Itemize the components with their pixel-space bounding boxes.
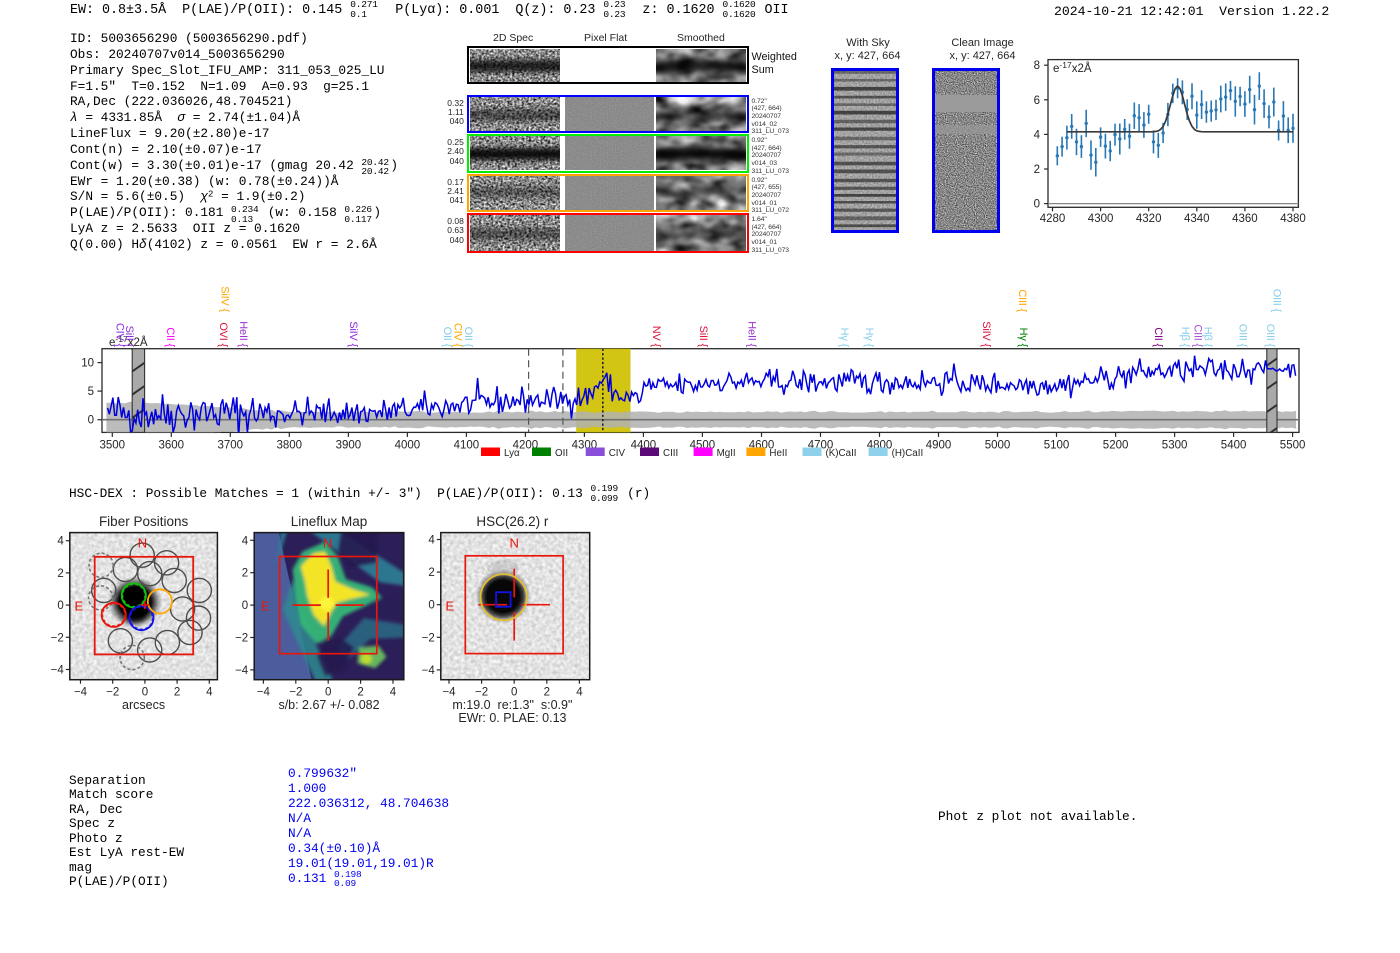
- svg-text:−4: −4: [442, 687, 456, 699]
- svg-text:arcsecs: arcsecs: [122, 698, 165, 712]
- svg-text:5200: 5200: [1103, 440, 1129, 452]
- svg-text:4340: 4340: [1184, 213, 1210, 225]
- svg-text:3500: 3500: [100, 440, 126, 452]
- svg-text:4100: 4100: [454, 440, 480, 452]
- svg-text:N: N: [323, 536, 332, 551]
- svg-text:5500: 5500: [1280, 440, 1306, 452]
- svg-text:4: 4: [428, 535, 435, 547]
- svg-text:−4: −4: [51, 665, 65, 677]
- svg-text:4360: 4360: [1232, 213, 1258, 225]
- svg-text:4: 4: [57, 536, 64, 548]
- svg-text:OII: OII: [555, 448, 568, 459]
- svg-text:−2: −2: [51, 632, 64, 644]
- svg-text:−4: −4: [257, 687, 271, 699]
- svg-text:CIV: CIV: [609, 448, 626, 459]
- svg-text:−2: −2: [475, 687, 488, 699]
- svg-text:Lyα: Lyα: [504, 448, 520, 459]
- svg-text:0: 0: [511, 687, 517, 699]
- svg-text:2: 2: [174, 687, 180, 699]
- svg-text:E: E: [446, 599, 455, 614]
- svg-text:Lineflux Map: Lineflux Map: [291, 514, 368, 529]
- svg-text:(K)CaII: (K)CaII: [826, 448, 857, 459]
- svg-text:4300: 4300: [1088, 213, 1114, 225]
- svg-text:0: 0: [1034, 199, 1040, 211]
- svg-text:2: 2: [544, 687, 550, 699]
- svg-text:e-17x2Å: e-17x2Å: [1053, 60, 1092, 75]
- svg-text:E: E: [261, 599, 270, 614]
- svg-text:4900: 4900: [926, 440, 952, 452]
- svg-text:0: 0: [88, 415, 94, 427]
- svg-text:−4: −4: [235, 665, 249, 677]
- svg-text:−2: −2: [235, 633, 248, 645]
- svg-text:5000: 5000: [985, 440, 1011, 452]
- svg-text:Fiber Positions: Fiber Positions: [99, 514, 189, 529]
- svg-text:0: 0: [142, 687, 148, 699]
- svg-text:4: 4: [242, 535, 249, 547]
- svg-text:3600: 3600: [159, 440, 185, 452]
- svg-text:4: 4: [576, 687, 583, 699]
- svg-text:0: 0: [242, 600, 248, 612]
- svg-text:5300: 5300: [1162, 440, 1188, 452]
- svg-text:N: N: [138, 536, 147, 551]
- svg-text:4: 4: [206, 687, 213, 699]
- svg-text:3800: 3800: [277, 440, 303, 452]
- svg-text:3900: 3900: [336, 440, 362, 452]
- svg-text:0: 0: [428, 600, 434, 612]
- svg-text:3700: 3700: [218, 440, 244, 452]
- svg-text:2: 2: [1034, 164, 1040, 176]
- svg-text:5100: 5100: [1044, 440, 1070, 452]
- svg-text:5400: 5400: [1221, 440, 1247, 452]
- svg-text:−2: −2: [289, 687, 302, 699]
- svg-text:−2: −2: [422, 632, 435, 644]
- svg-text:N: N: [510, 536, 519, 551]
- svg-text:HSC(26.2) r: HSC(26.2) r: [476, 514, 549, 529]
- svg-text:4320: 4320: [1136, 213, 1162, 225]
- svg-text:0: 0: [57, 600, 63, 612]
- svg-text:s/b: 2.67 +/- 0.082: s/b: 2.67 +/- 0.082: [278, 698, 379, 712]
- svg-text:−4: −4: [74, 687, 88, 699]
- svg-text:4: 4: [390, 687, 397, 699]
- svg-text:HeII: HeII: [769, 448, 787, 459]
- svg-text:2: 2: [242, 568, 248, 580]
- svg-text:4: 4: [1034, 129, 1041, 141]
- svg-text:2: 2: [57, 568, 63, 580]
- svg-text:6: 6: [1034, 95, 1040, 107]
- svg-text:0: 0: [325, 687, 331, 699]
- svg-text:CIII: CIII: [663, 448, 678, 459]
- svg-text:8: 8: [1034, 60, 1040, 72]
- svg-text:10: 10: [81, 358, 94, 370]
- svg-text:4280: 4280: [1040, 213, 1066, 225]
- svg-text:4380: 4380: [1280, 213, 1306, 225]
- svg-text:2: 2: [428, 567, 434, 579]
- svg-text:−2: −2: [106, 687, 119, 699]
- svg-text:4000: 4000: [395, 440, 421, 452]
- svg-text:5: 5: [88, 386, 94, 398]
- svg-text:E: E: [75, 599, 84, 614]
- svg-text:m:19.0 re:1.3" s:0.9": m:19.0 re:1.3" s:0.9": [452, 698, 572, 712]
- svg-text:(H)CaII: (H)CaII: [892, 448, 924, 459]
- svg-text:MgII: MgII: [717, 448, 736, 459]
- svg-text:EWr: 0. PLAE: 0.13: EWr: 0. PLAE: 0.13: [458, 711, 566, 725]
- svg-text:−4: −4: [422, 665, 436, 677]
- svg-text:2: 2: [357, 687, 363, 699]
